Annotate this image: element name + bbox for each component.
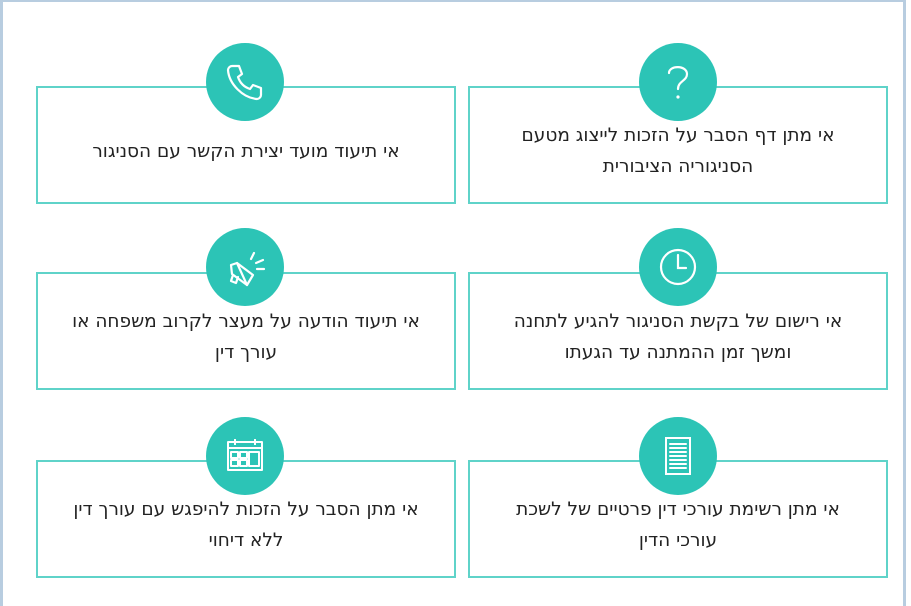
document-list-icon bbox=[639, 417, 717, 495]
megaphone-icon bbox=[206, 228, 284, 306]
phone-icon bbox=[206, 43, 284, 121]
question-mark-icon bbox=[639, 43, 717, 121]
card-text: אי תיעוד מועד יצירת הקשר עם הסניגור bbox=[92, 140, 400, 162]
clock-icon bbox=[639, 228, 717, 306]
calendar-icon bbox=[206, 417, 284, 495]
